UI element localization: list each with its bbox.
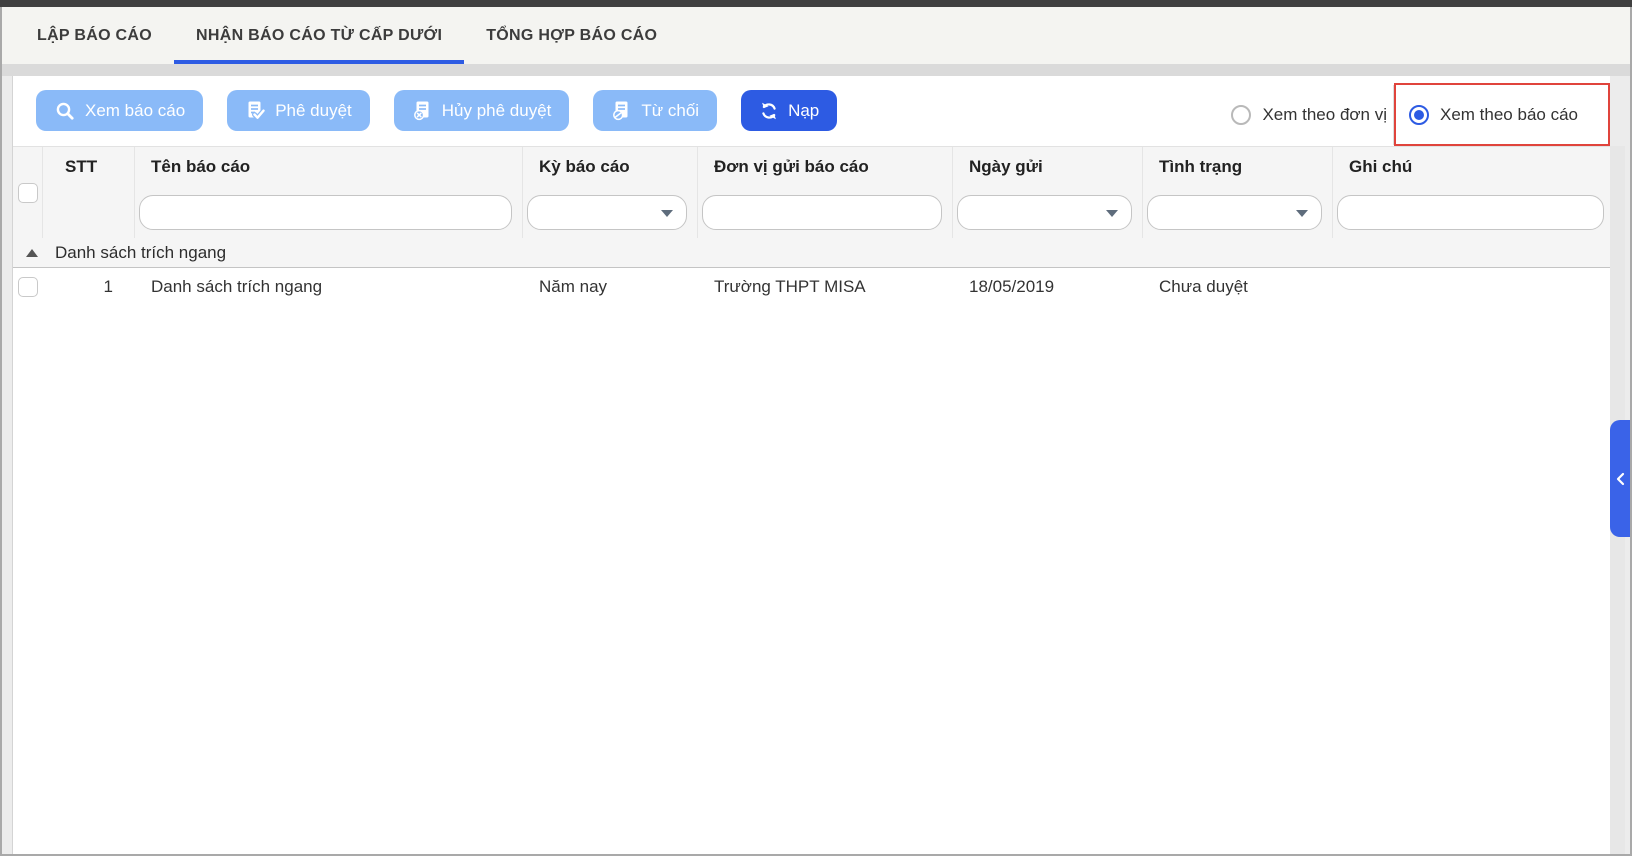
load-label: Nạp: [788, 101, 819, 121]
cell-tinh-trang: Chưa duyệt: [1143, 277, 1333, 297]
tab-bar: LẬP BÁO CÁO NHẬN BÁO CÁO TỪ CẤP DƯỚI TỔN…: [2, 7, 1630, 64]
cell-ten-bao-cao: Danh sách trích ngang: [135, 277, 523, 297]
view-report-label: Xem báo cáo: [85, 101, 185, 121]
column-header-ten-bao-cao[interactable]: Tên báo cáo: [135, 147, 523, 187]
app-window: LẬP BÁO CÁO NHẬN BÁO CÁO TỪ CẤP DƯỚI TỔN…: [0, 0, 1632, 856]
unapprove-doc-icon: [412, 100, 433, 121]
tab-nhan-bao-cao-tu-cap-duoi[interactable]: NHẬN BÁO CÁO TỪ CẤP DƯỚI: [174, 7, 464, 64]
triangle-up-icon[interactable]: [26, 249, 38, 257]
radio-view-by-unit[interactable]: Xem theo đơn vị: [1231, 105, 1387, 125]
filter-ten-bao-cao-input[interactable]: [139, 195, 512, 230]
view-by-report-label[interactable]: Xem theo báo cáo: [1440, 105, 1578, 125]
column-header-tinh-trang[interactable]: Tình trạng: [1143, 147, 1333, 187]
main-area: Xem báo cáo Phê duyệt Hủy phê duyệt: [2, 76, 1630, 854]
reject-doc-icon: [611, 100, 632, 121]
radio-unselected-icon[interactable]: [1231, 105, 1251, 125]
filter-ghi-chu-input[interactable]: [1337, 195, 1604, 230]
filter-tinh-trang-dropdown[interactable]: [1147, 195, 1322, 230]
chevron-down-icon: [1106, 210, 1118, 217]
chevron-down-icon: [661, 210, 673, 217]
grid-header: STT Tên báo cáo Kỳ báo cáo Đơn vị gửi bá…: [13, 146, 1610, 238]
group-row[interactable]: Danh sách trích ngang: [13, 238, 1610, 268]
tab-tong-hop-bao-cao[interactable]: TỔNG HỢP BÁO CÁO: [464, 7, 679, 64]
filter-don-vi-gui-input[interactable]: [702, 195, 942, 230]
column-header-ky-bao-cao[interactable]: Kỳ báo cáo: [523, 147, 698, 187]
radio-view-by-report[interactable]: Xem theo báo cáo: [1409, 105, 1578, 125]
highlight-box: Xem theo báo cáo: [1394, 83, 1610, 146]
tab-content-separator: [2, 64, 1630, 76]
window-top-edge: [0, 0, 1632, 7]
select-all-checkbox[interactable]: [18, 183, 38, 203]
load-button[interactable]: Nạp: [741, 90, 837, 131]
column-header-stt[interactable]: STT: [43, 147, 135, 187]
toolbar: Xem báo cáo Phê duyệt Hủy phê duyệt: [13, 76, 1610, 146]
search-icon: [54, 100, 76, 122]
content-panel: Xem báo cáo Phê duyệt Hủy phê duyệt: [12, 76, 1610, 854]
approve-doc-icon: [245, 100, 266, 121]
table-row[interactable]: 1 Danh sách trích ngang Năm nay Trường T…: [13, 268, 1610, 306]
filter-ky-bao-cao-dropdown[interactable]: [527, 195, 687, 230]
unapprove-button[interactable]: Hủy phê duyệt: [394, 90, 570, 131]
chevron-down-icon: [1296, 210, 1308, 217]
chevron-left-icon: [1615, 472, 1625, 486]
cell-don-vi-gui: Trường THPT MISA: [698, 277, 953, 297]
reject-button[interactable]: Từ chối: [593, 90, 717, 131]
filter-ngay-gui-dropdown[interactable]: [957, 195, 1132, 230]
row-checkbox[interactable]: [18, 277, 38, 297]
tab-lap-bao-cao[interactable]: LẬP BÁO CÁO: [15, 7, 174, 64]
reject-label: Từ chối: [641, 101, 699, 121]
approve-label: Phê duyệt: [275, 101, 352, 121]
select-all-cell: [13, 147, 43, 238]
column-header-ghi-chu[interactable]: Ghi chú: [1333, 147, 1610, 187]
refresh-icon: [759, 101, 779, 121]
column-header-don-vi-gui[interactable]: Đơn vị gửi báo cáo: [698, 147, 953, 187]
view-by-unit-label[interactable]: Xem theo đơn vị: [1262, 105, 1387, 125]
radio-selected-icon[interactable]: [1409, 105, 1429, 125]
cell-stt: 1: [43, 277, 135, 297]
approve-button[interactable]: Phê duyệt: [227, 90, 370, 131]
column-header-ngay-gui[interactable]: Ngày gửi: [953, 147, 1143, 187]
filter-row: [43, 187, 1610, 238]
view-report-button[interactable]: Xem báo cáo: [36, 90, 203, 131]
expand-panel-handle[interactable]: [1610, 420, 1630, 537]
group-label: Danh sách trích ngang: [55, 243, 226, 263]
cell-ngay-gui: 18/05/2019: [953, 277, 1143, 297]
column-header-row: STT Tên báo cáo Kỳ báo cáo Đơn vị gửi bá…: [43, 147, 1610, 187]
cell-ky-bao-cao: Năm nay: [523, 277, 698, 297]
view-mode-toggle: Xem theo đơn vị Xem theo báo cáo: [1231, 83, 1610, 146]
unapprove-label: Hủy phê duyệt: [442, 101, 552, 121]
